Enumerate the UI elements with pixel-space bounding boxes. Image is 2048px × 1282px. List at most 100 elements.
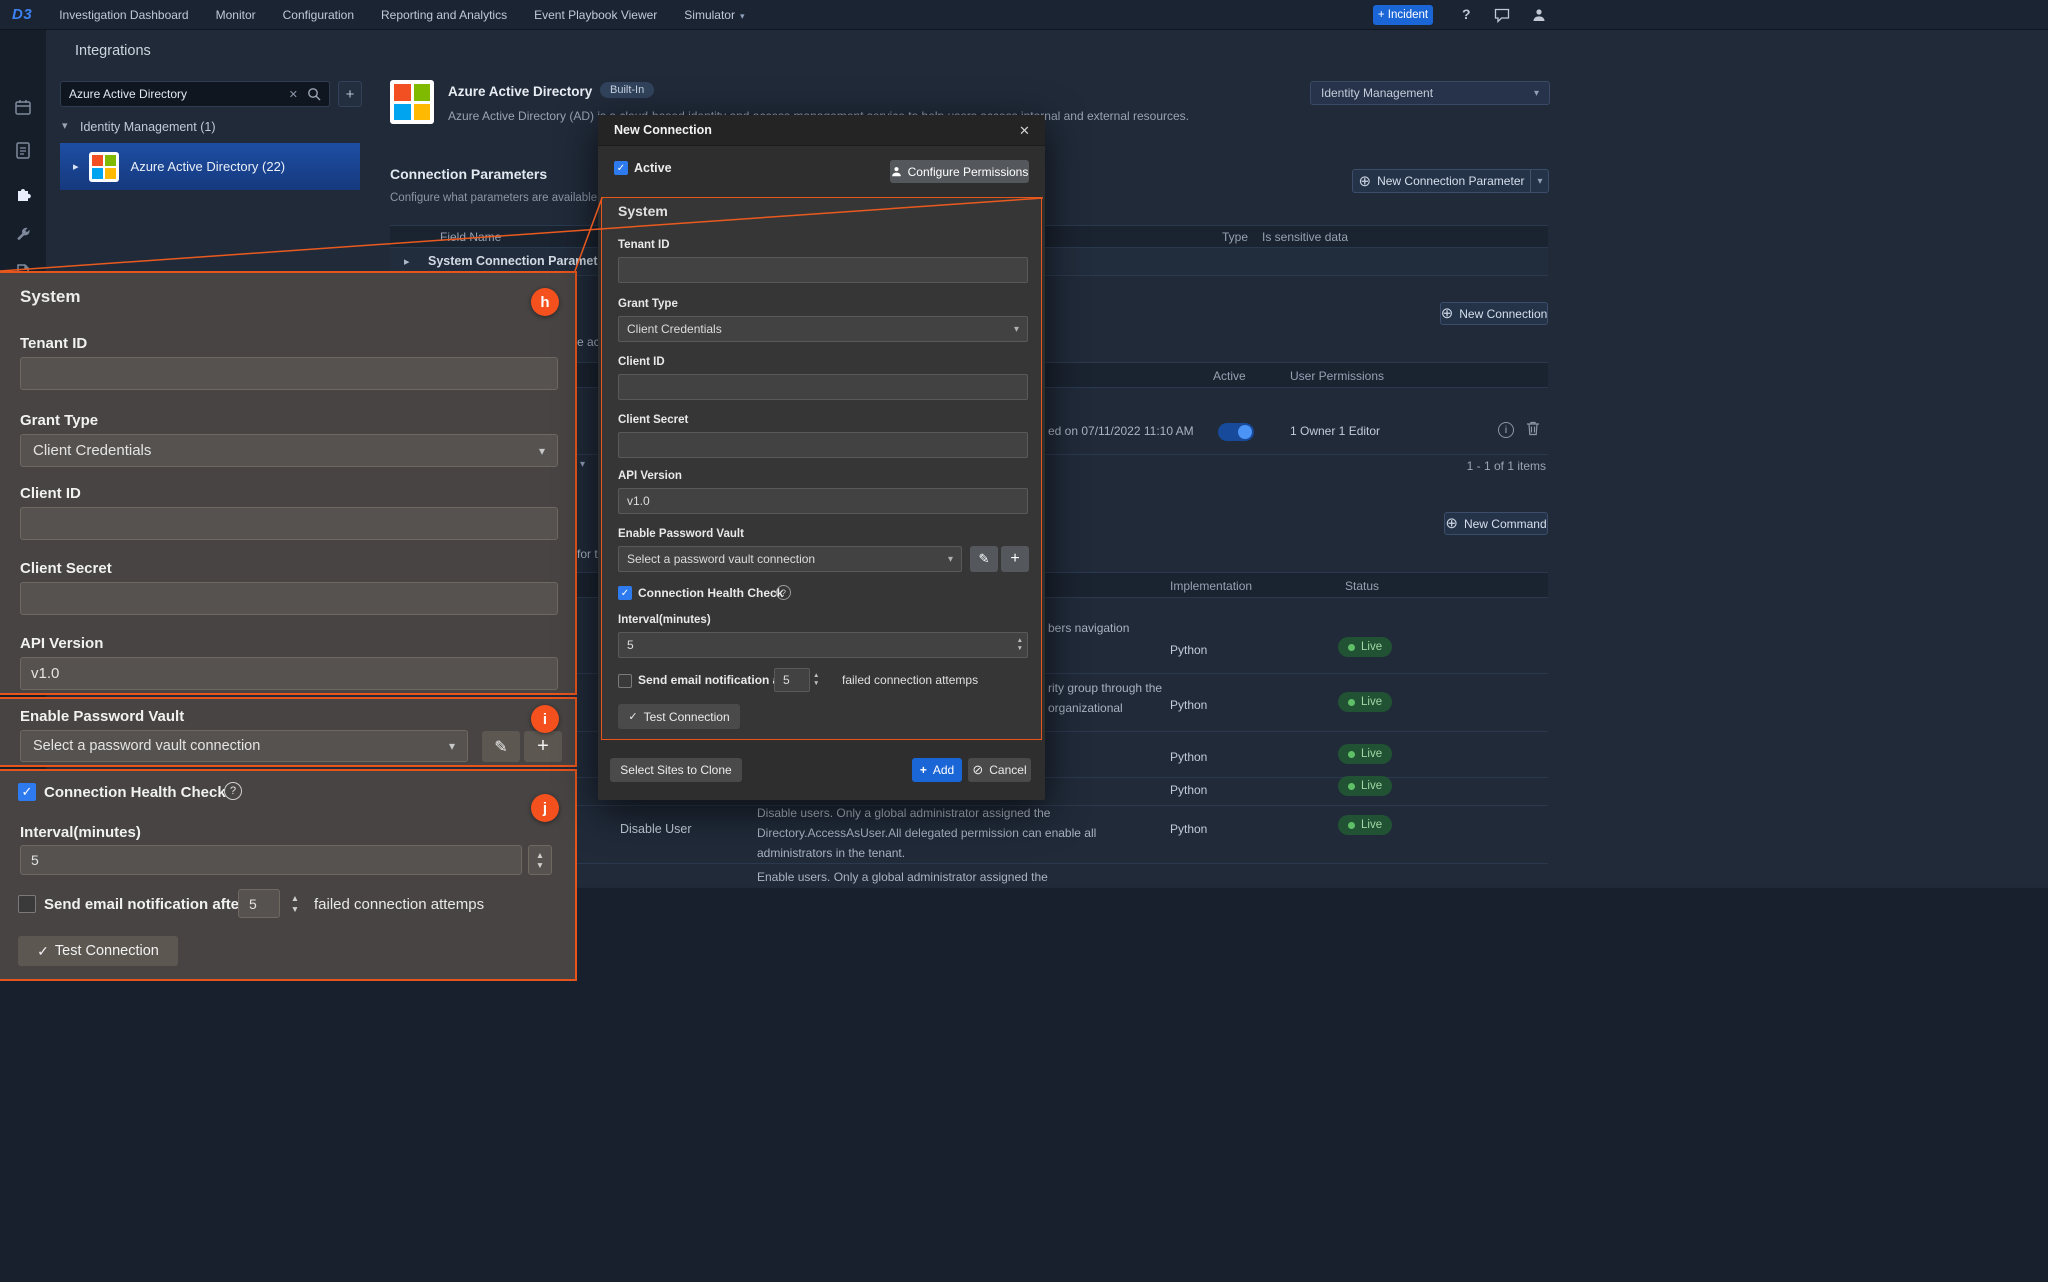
integration-search-box: ✕ [60,81,330,107]
status-label: Live [1361,696,1382,708]
command-description-line: administrators in the tenant. [757,846,905,860]
tree-item-expand-icon[interactable]: ▸ [73,160,79,173]
interval-input[interactable] [627,638,1017,652]
active-checkbox[interactable]: ✓ [614,161,628,175]
stepper-down-icon[interactable]: ▼ [291,905,299,914]
interval-stepper[interactable]: ▲▼ [528,845,552,875]
category-dropdown[interactable]: Identity Management ▾ [1310,81,1550,105]
caret-down-icon[interactable]: ▾ [1537,176,1542,187]
password-vault-select[interactable]: Select a password vault connection ▾ [20,730,468,762]
stepper-up-icon[interactable]: ▲ [536,851,544,860]
send-email-label: Send email notification after [44,896,245,913]
integrations-puzzle-icon[interactable] [13,183,33,203]
client-secret-input[interactable] [20,582,558,615]
new-command-button[interactable]: ⊕ New Command [1444,512,1548,535]
connection-health-check-checkbox[interactable]: ✓ [18,783,36,801]
client-id-input[interactable] [20,507,558,540]
add-integration-button[interactable]: + [338,81,362,107]
clipboard-icon[interactable] [13,140,33,160]
tree-group-identity-management[interactable]: Identity Management (1) [80,120,216,134]
connection-active-toggle[interactable] [1218,423,1254,441]
grant-type-label: Grant Type [618,298,678,310]
column-implementation: Implementation [1170,579,1252,593]
nav-investigation-dashboard[interactable]: Investigation Dashboard [59,8,188,22]
test-connection-button[interactable]: ✓ Test Connection [618,704,740,729]
connection-name-fragment: ed on 07/11/2022 11:10 AM [1048,424,1194,438]
email-attempt-stepper[interactable]: ▲▼ [813,669,819,691]
interval-input[interactable] [20,845,522,875]
help-icon[interactable]: ? [776,585,791,600]
close-icon[interactable]: ✕ [1019,123,1030,139]
stepper-up-icon[interactable]: ▲ [1017,638,1023,645]
edit-vault-button[interactable]: ✎ [970,546,998,572]
stepper-down-icon[interactable]: ▼ [1017,646,1023,653]
select-sites-to-clone-button[interactable]: Select Sites to Clone [610,758,742,782]
stepper-up-icon[interactable]: ▲ [291,894,299,903]
new-connection-button[interactable]: ⊕ New Connection [1440,302,1548,325]
client-id-input[interactable] [618,374,1028,400]
help-icon[interactable]: ? [224,782,242,800]
check-icon: ✓ [37,943,49,960]
cancel-button[interactable]: ⊘ Cancel [968,758,1031,782]
api-version-input[interactable] [20,657,558,690]
nav-monitor[interactable]: Monitor [216,8,256,22]
test-connection-button[interactable]: ✓ Test Connection [18,936,178,966]
stepper-down-icon[interactable]: ▼ [536,861,544,870]
check-icon: ✓ [621,588,629,599]
add-button[interactable]: + Add [912,758,962,782]
search-input[interactable] [69,87,280,101]
d3-logo[interactable]: D3 [12,6,32,23]
command-desc-fragment: rity group through the [1048,681,1162,695]
grant-type-value: Client Credentials [627,322,722,336]
tenant-id-input[interactable] [20,357,558,390]
column-user-permissions: User Permissions [1290,369,1384,383]
nav-reporting-analytics[interactable]: Reporting and Analytics [381,8,507,22]
clear-search-icon[interactable]: ✕ [289,88,298,101]
add-vault-button[interactable]: + [1001,546,1029,572]
stepper-down-icon[interactable]: ▼ [813,681,819,688]
nav-event-playbook-viewer[interactable]: Event Playbook Viewer [534,8,657,22]
page-title: Integrations [75,43,151,59]
incident-button[interactable]: + Incident [1373,5,1433,25]
edit-vault-button[interactable]: ✎ [482,731,520,762]
password-vault-value: Select a password vault connection [627,552,815,566]
nav-configuration[interactable]: Configuration [283,8,354,22]
grant-type-select[interactable]: Client Credentials ▾ [20,434,558,467]
send-email-checkbox[interactable]: ✓ [618,674,632,688]
email-attempt-stepper[interactable]: ▲▼ [284,889,306,918]
built-in-badge: Built-In [600,82,654,98]
nav-simulator[interactable]: Simulator▾ [684,8,744,22]
client-secret-input[interactable] [618,432,1028,458]
tree-group-collapse-icon[interactable]: ▾ [62,119,68,132]
add-vault-button[interactable]: + [524,731,562,762]
search-icon[interactable] [307,87,321,101]
email-attempt-count-input[interactable] [238,889,280,918]
user-icon[interactable] [1532,8,1546,22]
wrench-icon[interactable] [13,226,33,246]
chat-icon[interactable] [1494,8,1510,23]
nav-simulator-label: Simulator [684,8,735,22]
configure-permissions-button[interactable]: Configure Permissions [890,160,1029,183]
tree-item-azure-active-directory[interactable]: ▸ Azure Active Directory (22) [60,143,360,190]
calendar-icon[interactable] [13,97,33,117]
email-attempt-count-input[interactable] [774,668,810,692]
help-icon[interactable]: ? [1462,6,1471,22]
password-vault-select[interactable]: Select a password vault connection ▾ [618,546,962,572]
tenant-id-input[interactable] [618,257,1028,283]
trash-icon[interactable] [1526,421,1540,436]
tenant-id-label: Tenant ID [618,239,670,251]
grant-type-select[interactable]: Client Credentials ▾ [618,316,1028,342]
send-email-checkbox[interactable]: ✓ [18,895,36,913]
incident-button-label: + Incident [1378,9,1428,21]
new-connection-parameter-button[interactable]: ⊕ New Connection Parameter ▾ [1352,169,1549,193]
info-icon[interactable]: i [1498,422,1514,438]
stepper-up-icon[interactable]: ▲ [813,673,819,680]
row-expand-icon[interactable]: ▸ [404,255,410,268]
connection-health-check-checkbox[interactable]: ✓ [618,586,632,600]
command-name: Disable User [620,822,692,836]
status-badge: Live [1338,815,1392,835]
interval-stepper[interactable]: ▲▼ [1017,638,1023,652]
command-description-line: Disable users. Only a global administrat… [757,806,1050,820]
api-version-input[interactable] [618,488,1028,514]
check-icon: ✓ [628,710,637,723]
